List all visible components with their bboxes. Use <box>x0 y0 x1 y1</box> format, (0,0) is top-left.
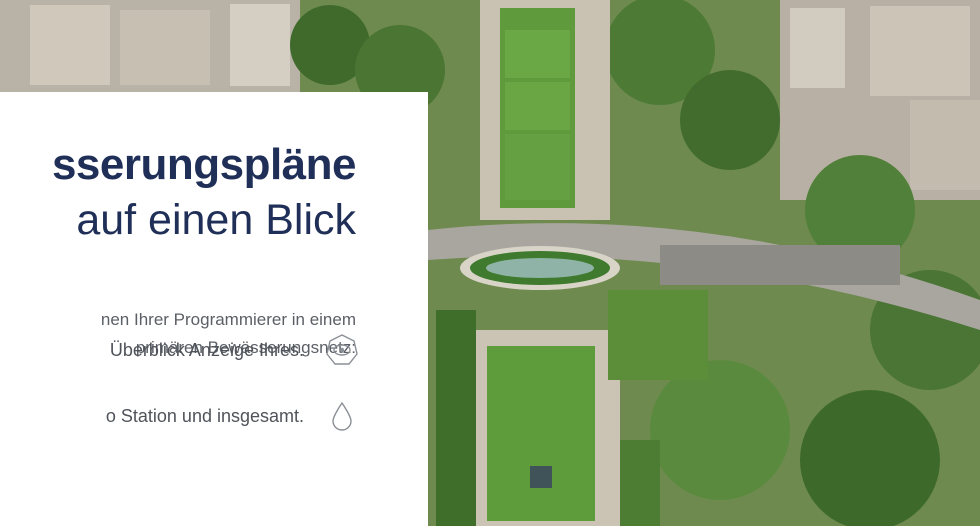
headline-subtitle: auf einen Blick <box>76 196 356 244</box>
feature-station-label: o Station und insgesamt. <box>105 405 304 426</box>
intro-line-1: nen Ihrer Programmierer in einem <box>100 310 356 329</box>
feature-overview-label: Überblick Anzeige Ihres. <box>109 339 304 360</box>
eye-gear-icon <box>324 332 360 368</box>
feature-station: o Station und insgesamt. <box>105 401 356 431</box>
feature-overview: Überblick Anzeige Ihres. <box>109 334 358 365</box>
water-drop-icon <box>324 398 360 434</box>
headline-title-bold: sserungspläne <box>51 140 357 189</box>
info-card: sserungspläne auf einen Blick nen Ihrer … <box>0 92 428 526</box>
